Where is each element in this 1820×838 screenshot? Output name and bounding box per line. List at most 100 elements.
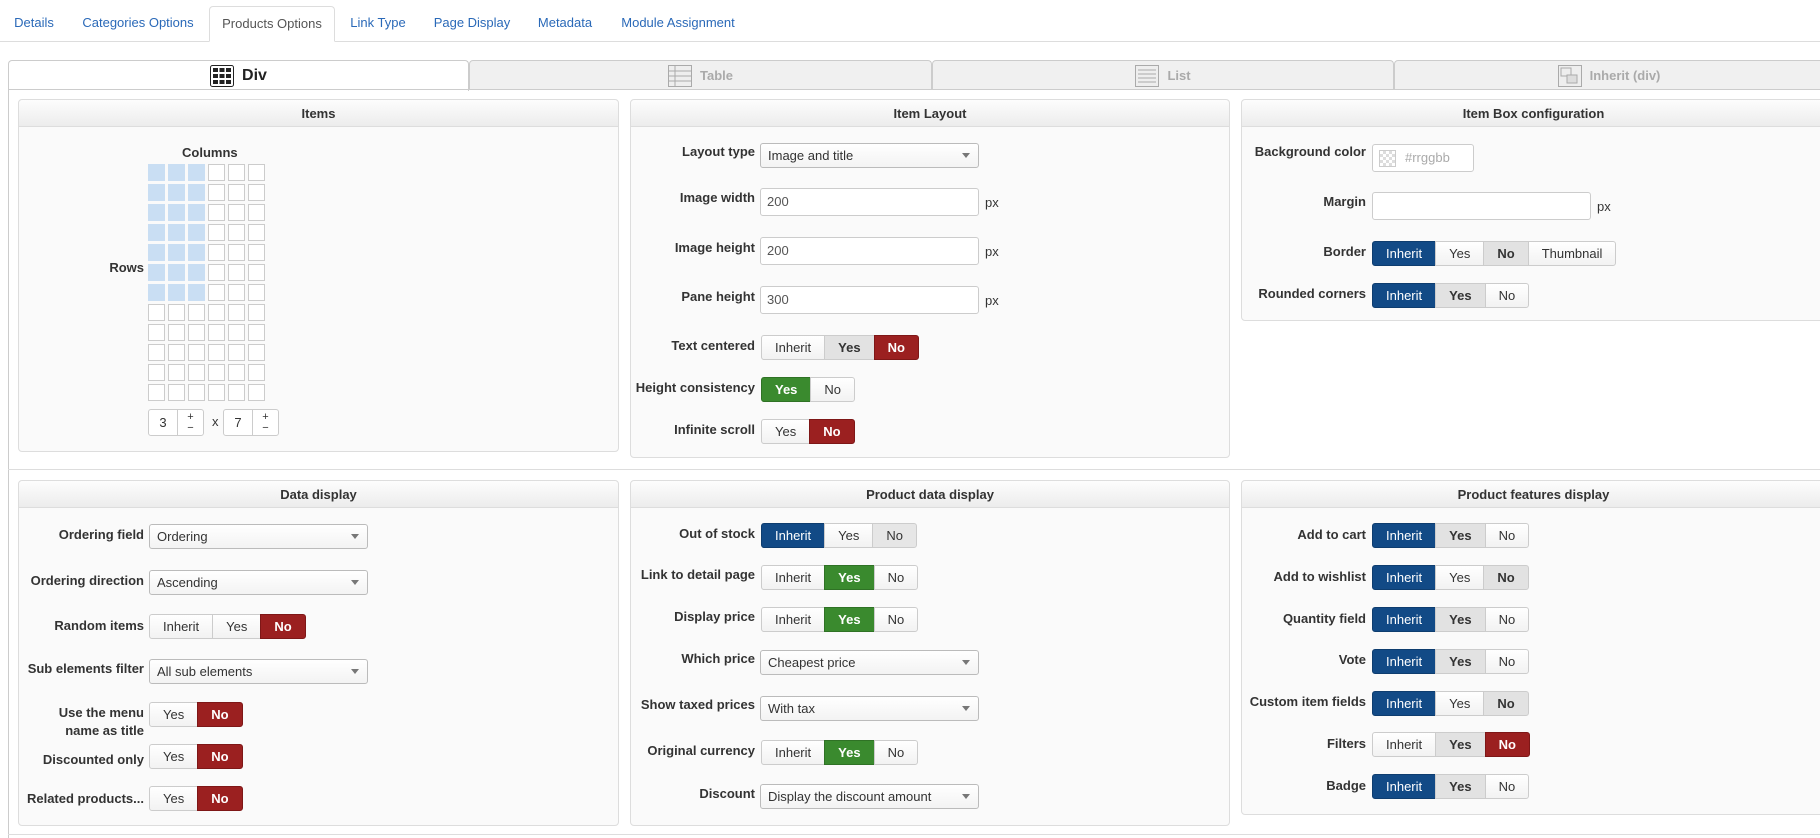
image-height-input[interactable]: 200 — [760, 237, 979, 265]
grid-cell[interactable] — [188, 324, 205, 341]
grid-cell[interactable] — [148, 244, 165, 261]
menu-name-title-toggle[interactable]: Yes No — [149, 702, 243, 727]
grid-cell[interactable] — [168, 324, 185, 341]
no-button[interactable]: No — [1484, 774, 1530, 799]
grid-cell[interactable] — [188, 384, 205, 401]
no-button[interactable]: No — [197, 702, 243, 727]
grid-cell[interactable] — [148, 364, 165, 381]
grid-cell[interactable] — [208, 224, 225, 241]
minus-icon[interactable]: − — [178, 423, 203, 434]
grid-cell[interactable] — [248, 304, 265, 321]
show-taxed-prices-select[interactable]: With tax — [760, 696, 979, 721]
grid-cell[interactable] — [188, 224, 205, 241]
color-swatch-icon[interactable] — [1379, 150, 1396, 167]
sub-elements-filter-select[interactable]: All sub elements — [149, 659, 368, 684]
grid-cell[interactable] — [248, 364, 265, 381]
quantity-field-toggle[interactable]: Inherit Yes No — [1372, 607, 1530, 632]
grid-cell[interactable] — [188, 164, 205, 181]
inherit-button[interactable]: Inherit — [1372, 732, 1437, 757]
no-button[interactable]: No — [872, 523, 917, 548]
grid-cell[interactable] — [208, 264, 225, 281]
no-button[interactable]: No — [1483, 691, 1529, 716]
add-to-cart-toggle[interactable]: Inherit Yes No — [1372, 523, 1530, 548]
minus-icon[interactable]: − — [253, 423, 278, 434]
no-button[interactable]: No — [1484, 607, 1530, 632]
inherit-button[interactable]: Inherit — [1372, 241, 1437, 266]
grid-cell[interactable] — [148, 164, 165, 181]
inherit-button[interactable]: Inherit — [761, 335, 826, 360]
margin-input[interactable] — [1372, 192, 1591, 220]
inherit-button[interactable]: Inherit — [761, 523, 826, 548]
grid-cell[interactable] — [208, 364, 225, 381]
ordering-direction-select[interactable]: Ascending — [149, 570, 368, 595]
yes-button[interactable]: Yes — [1435, 283, 1486, 308]
no-button[interactable]: No — [873, 607, 919, 632]
grid-cell[interactable] — [248, 164, 265, 181]
yes-button[interactable]: Yes — [1435, 523, 1486, 548]
grid-cell[interactable] — [248, 264, 265, 281]
no-button[interactable]: No — [873, 335, 919, 360]
which-price-select[interactable]: Cheapest price — [760, 650, 979, 675]
no-button[interactable]: No — [809, 419, 855, 444]
grid-cell[interactable] — [168, 344, 185, 361]
grid-cell[interactable] — [228, 284, 245, 301]
grid-cell[interactable] — [248, 184, 265, 201]
layout-type-select[interactable]: Image and title — [760, 143, 979, 168]
layout-tab-table[interactable]: Table — [469, 60, 932, 90]
out-of-stock-toggle[interactable]: Inherit Yes No — [761, 523, 917, 548]
related-products-toggle[interactable]: Yes No — [149, 786, 243, 811]
columns-rows-grid[interactable] — [148, 164, 265, 401]
grid-cell[interactable] — [208, 344, 225, 361]
random-items-toggle[interactable]: Inherit Yes No — [149, 614, 306, 639]
tab-metadata[interactable]: Metadata — [537, 6, 593, 42]
rows-plus-minus[interactable]: + − — [252, 410, 278, 435]
grid-cell[interactable] — [208, 164, 225, 181]
grid-cell[interactable] — [228, 244, 245, 261]
inherit-button[interactable]: Inherit — [149, 614, 214, 639]
ordering-field-select[interactable]: Ordering — [149, 524, 368, 549]
grid-cell[interactable] — [148, 324, 165, 341]
grid-cell[interactable] — [228, 224, 245, 241]
grid-cell[interactable] — [148, 184, 165, 201]
yes-button[interactable]: Yes — [1435, 565, 1485, 590]
grid-cell[interactable] — [248, 224, 265, 241]
yes-button[interactable]: Yes — [1435, 607, 1486, 632]
grid-cell[interactable] — [148, 304, 165, 321]
link-detail-page-toggle[interactable]: Inherit Yes No — [761, 565, 919, 590]
tab-module-assignment[interactable]: Module Assignment — [620, 6, 736, 42]
pane-height-input[interactable]: 300 — [760, 286, 979, 314]
yes-button[interactable]: Yes — [149, 744, 199, 769]
image-width-input[interactable]: 200 — [760, 188, 979, 216]
height-consistency-toggle[interactable]: Yes No — [761, 377, 856, 402]
tab-products-options[interactable]: Products Options — [209, 6, 335, 42]
yes-button[interactable]: Yes — [212, 614, 262, 639]
grid-cell[interactable] — [248, 284, 265, 301]
grid-cell[interactable] — [248, 384, 265, 401]
grid-cell[interactable] — [228, 364, 245, 381]
yes-button[interactable]: Yes — [824, 565, 875, 590]
infinite-scroll-toggle[interactable]: Yes No — [761, 419, 855, 444]
inherit-button[interactable]: Inherit — [1372, 691, 1437, 716]
grid-cell[interactable] — [168, 164, 185, 181]
no-button[interactable]: No — [260, 614, 306, 639]
inherit-button[interactable]: Inherit — [1372, 649, 1437, 674]
grid-cell[interactable] — [248, 324, 265, 341]
grid-cell[interactable] — [168, 204, 185, 221]
grid-cell[interactable] — [148, 204, 165, 221]
layout-tab-list[interactable]: List — [932, 60, 1394, 90]
tab-page-display[interactable]: Page Display — [432, 6, 512, 42]
text-centered-toggle[interactable]: Inherit Yes No — [761, 335, 919, 360]
grid-cell[interactable] — [188, 344, 205, 361]
original-currency-toggle[interactable]: Inherit Yes No — [761, 740, 919, 765]
tab-categories-options[interactable]: Categories Options — [82, 6, 194, 42]
inherit-button[interactable]: Inherit — [1372, 523, 1437, 548]
layout-tab-div[interactable]: Div — [8, 60, 469, 91]
grid-cell[interactable] — [208, 384, 225, 401]
grid-cell[interactable] — [208, 324, 225, 341]
thumbnail-button[interactable]: Thumbnail — [1527, 241, 1617, 266]
no-button[interactable]: No — [873, 740, 919, 765]
inherit-button[interactable]: Inherit — [1372, 607, 1437, 632]
yes-button[interactable]: Yes — [824, 523, 874, 548]
yes-button[interactable]: Yes — [1435, 774, 1486, 799]
inherit-button[interactable]: Inherit — [761, 607, 826, 632]
